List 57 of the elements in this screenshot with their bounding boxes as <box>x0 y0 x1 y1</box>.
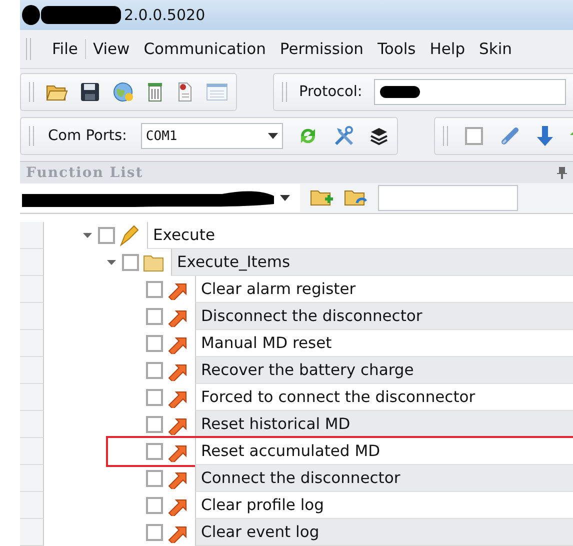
tree-item[interactable]: Execute_Items <box>171 249 573 276</box>
checkbox[interactable] <box>146 281 163 298</box>
pen-icon <box>119 224 141 246</box>
save-icon[interactable] <box>80 82 100 102</box>
tree-item[interactable]: Clear profile log <box>195 492 573 519</box>
tree-item[interactable]: Clear event log <box>195 519 573 546</box>
tree-item[interactable]: Forced to connect the disconnector <box>195 384 573 411</box>
com-ports-label: Com Ports: <box>48 128 127 144</box>
checkbox[interactable] <box>146 443 163 460</box>
layers-icon[interactable] <box>368 126 389 146</box>
globe-icon[interactable] <box>112 81 134 103</box>
collapse-arrow-icon[interactable] <box>106 258 116 267</box>
checkbox[interactable] <box>146 308 163 325</box>
tree-item[interactable]: Reset historical MD <box>195 411 573 438</box>
protocol-label: Protocol: <box>299 84 362 100</box>
redaction-mark <box>379 85 422 99</box>
menu-item[interactable]: View <box>86 38 137 60</box>
checkbox[interactable] <box>146 389 163 406</box>
checkbox[interactable] <box>146 362 163 379</box>
menu-item[interactable]: Help <box>422 38 472 60</box>
pin-icon[interactable] <box>557 166 567 179</box>
tree-item[interactable]: Disconnect the disconnector <box>195 303 573 330</box>
down-arrow-icon[interactable] <box>536 125 554 147</box>
checkbox[interactable] <box>146 524 163 541</box>
search-field[interactable] <box>378 185 518 212</box>
dropdown-arrow-icon[interactable] <box>280 195 290 202</box>
tree-item[interactable]: Connect the disconnector <box>195 465 573 492</box>
document-icon[interactable] <box>176 82 194 102</box>
tree-item[interactable]: Clear alarm register <box>195 276 573 303</box>
com-port-dropdown[interactable]: COM1 <box>140 123 283 149</box>
menu-item[interactable]: Communication <box>136 38 273 60</box>
window-title: 2.0.0.5020 <box>124 6 206 24</box>
menu-item[interactable]: Skin <box>472 38 519 60</box>
tree-item[interactable]: Reset accumulated MD <box>195 438 573 465</box>
menu-item[interactable]: File <box>45 38 85 60</box>
tree-item[interactable]: Recover the battery charge <box>195 357 573 384</box>
tree-item[interactable]: Manual MD reset <box>195 330 573 357</box>
tree-item[interactable]: Execute <box>147 222 573 249</box>
table-icon[interactable] <box>206 82 228 102</box>
checkbox[interactable] <box>98 227 115 244</box>
menu-item[interactable]: Tools <box>370 38 423 60</box>
connector-icon[interactable] <box>500 126 520 146</box>
menu-item[interactable]: Permission <box>272 38 371 60</box>
device-dropdown[interactable] <box>20 184 300 212</box>
protocol-field[interactable] <box>374 79 566 105</box>
tools-icon[interactable] <box>332 125 355 147</box>
checkbox[interactable] <box>146 497 163 514</box>
folder-icon <box>143 252 165 272</box>
collapse-arrow-icon[interactable] <box>82 231 92 240</box>
checkbox-icon[interactable] <box>464 126 484 146</box>
checkbox[interactable] <box>122 254 139 271</box>
checkbox[interactable] <box>146 470 163 487</box>
checkbox[interactable] <box>146 416 163 433</box>
panel-title: Function List <box>26 164 144 181</box>
trash-icon[interactable] <box>146 82 164 102</box>
dropdown-arrow-icon[interactable] <box>268 133 278 139</box>
checkbox[interactable] <box>146 335 163 352</box>
